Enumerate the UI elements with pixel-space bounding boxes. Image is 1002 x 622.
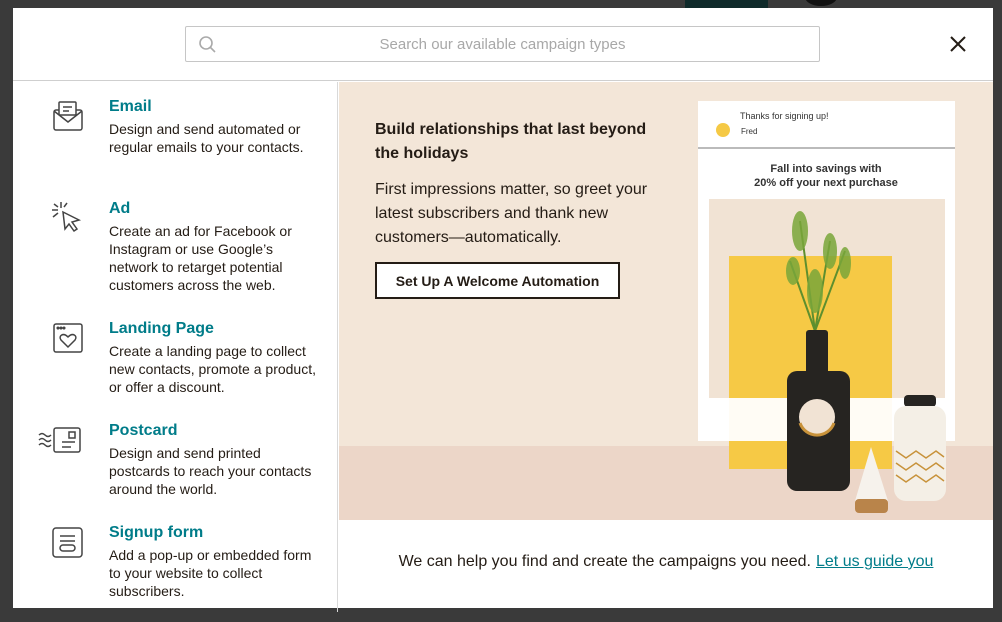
search-input[interactable] (186, 27, 819, 61)
background-button (685, 0, 768, 8)
email-preview-illustration: Thanks for signing up! Fred Fall into sa… (339, 101, 993, 520)
guide-link[interactable]: Let us guide you (816, 553, 933, 608)
search-box[interactable] (185, 26, 820, 62)
preview-subject: Thanks for signing up! (740, 111, 829, 121)
campaign-type-description: Design and send automated or regular ema… (109, 121, 304, 155)
envelope-icon (53, 101, 83, 131)
campaign-type-signup-form[interactable]: Signup form Add a pop-up or embedded for… (13, 522, 338, 622)
cursor-click-icon (52, 202, 82, 233)
postcard-icon (38, 427, 81, 453)
preview-sender: Fred (741, 127, 757, 136)
campaign-type-description: Add a pop-up or embedded form to your we… (109, 547, 312, 599)
close-icon[interactable] (948, 34, 968, 54)
sender-avatar (716, 123, 730, 137)
promo-panel: Build relationships that last beyond the… (339, 82, 993, 520)
campaign-type-list: Email Design and send automated or regul… (13, 82, 338, 612)
preview-headline-1: Fall into savings with (770, 163, 882, 175)
campaign-type-email[interactable]: Email Design and send automated or regul… (13, 96, 338, 196)
guide-footer: We can help you find and create the camp… (339, 520, 993, 608)
campaign-type-postcard[interactable]: Postcard Design and send printed postcar… (13, 420, 338, 520)
form-icon (52, 527, 83, 558)
modal-header (13, 8, 993, 81)
heart-page-icon (53, 323, 83, 353)
campaign-type-modal: Email Design and send automated or regul… (13, 8, 993, 612)
campaign-type-description: Create a landing page to collect new con… (109, 343, 316, 395)
campaign-type-description: Design and send printed postcards to rea… (109, 445, 312, 497)
campaign-type-title: Postcard (109, 422, 178, 439)
campaign-type-title: Landing Page (109, 320, 214, 337)
campaign-type-ad[interactable]: Ad Create an ad for Facebook or Instagra… (13, 198, 338, 298)
campaign-type-title: Signup form (109, 524, 204, 541)
campaign-type-title: Email (109, 98, 152, 115)
footer-text: We can help you find and create the camp… (398, 553, 811, 570)
campaign-type-title: Ad (109, 200, 131, 217)
campaign-type-landing-page[interactable]: Landing Page Create a landing page to co… (13, 318, 338, 418)
campaign-type-description: Create an ad for Facebook or Instagram o… (109, 223, 292, 293)
background-avatar (805, 0, 837, 6)
preview-headline-2: 20% off your next purchase (754, 177, 898, 189)
search-icon (199, 36, 216, 53)
